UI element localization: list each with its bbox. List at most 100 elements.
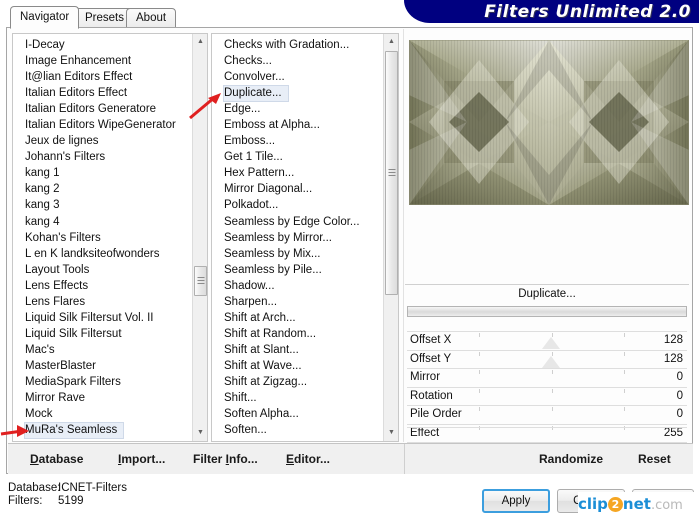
list-item[interactable]: Italian Editors Effect	[13, 85, 191, 101]
parameter-row[interactable]: Rotation 0	[407, 386, 687, 406]
randomize-button[interactable]: Randomize	[539, 452, 603, 466]
effect-list-scrollbar[interactable]: ▲ ▼	[383, 34, 398, 441]
navigator-panel: I-Decay Image Enhancement It@lian Editors …	[6, 27, 693, 474]
parameter-value: 0	[676, 408, 683, 421]
status-database-row: Database:ICNET-Filters	[8, 482, 127, 495]
list-item[interactable]: Jeux de lignes	[13, 133, 191, 149]
slider-tick	[624, 351, 625, 356]
parameter-row[interactable]: Offset X 128	[407, 331, 687, 350]
scroll-down-icon[interactable]: ▼	[384, 425, 398, 441]
list-item[interactable]: Seamless by Mix...	[212, 246, 382, 262]
list-item[interactable]: Liquid Silk Filtersut Vol. II	[13, 310, 191, 326]
list-item[interactable]: Mac's	[13, 342, 191, 358]
list-item[interactable]: Checks with Gradation...	[212, 37, 382, 53]
list-item[interactable]: Soften...	[212, 422, 382, 438]
parameter-panel: Duplicate... Offset X 128 Offset Y 128 Mirro…	[405, 284, 689, 443]
list-item[interactable]: Sharpen...	[212, 294, 382, 310]
list-item[interactable]: MuRa's Seamless	[13, 422, 191, 440]
filter-preview-image[interactable]	[409, 40, 689, 205]
list-item[interactable]: MasterBlaster	[13, 358, 191, 374]
parameter-row[interactable]: Mirror 0	[407, 368, 687, 387]
scrollbar-thumb[interactable]	[194, 266, 207, 296]
slider-handle-icon[interactable]	[542, 337, 560, 349]
scroll-up-icon[interactable]: ▲	[384, 34, 398, 50]
reset-button[interactable]: Reset	[638, 452, 671, 466]
list-item[interactable]: Seamless by Pile...	[212, 262, 382, 278]
list-item[interactable]: kang 1	[13, 165, 191, 181]
list-item[interactable]: Italian Editors WipeGenerator	[13, 117, 191, 133]
parameter-name: Offset Y	[410, 352, 452, 365]
list-item[interactable]: Layout Tools	[13, 262, 191, 278]
parameter-row[interactable]: Pile Order 0	[407, 405, 687, 424]
watermark-com: .com	[650, 498, 683, 513]
list-item[interactable]: Hex Pattern...	[212, 165, 382, 181]
slider-tick	[624, 370, 625, 375]
command-bar-separator	[404, 444, 405, 474]
import-button[interactable]: Import...	[118, 452, 165, 466]
parameter-row[interactable]: Offset Y 128	[407, 349, 687, 369]
scroll-down-icon[interactable]: ▼	[193, 425, 207, 441]
panel-divider	[403, 29, 404, 442]
list-item[interactable]: It@lian Editors Effect	[13, 69, 191, 85]
tab-about[interactable]: About	[126, 8, 177, 27]
status-database-value: ICNET-Filters	[58, 482, 127, 494]
list-item[interactable]: MediaSpark Filters	[13, 374, 191, 390]
list-item[interactable]: Shift at Wave...	[212, 358, 382, 374]
list-item[interactable]: Emboss...	[212, 133, 382, 149]
list-item[interactable]: Shadow...	[212, 278, 382, 294]
list-item[interactable]: Shift at Slant...	[212, 342, 382, 358]
list-item[interactable]: Edge...	[212, 101, 382, 117]
effect-items: Checks with Gradation... Checks... Convolv…	[212, 37, 382, 441]
list-item[interactable]: Convolver...	[212, 69, 382, 85]
scroll-up-icon[interactable]: ▲	[193, 34, 207, 50]
parameter-value: 255	[663, 426, 683, 439]
list-item[interactable]: kang 4	[13, 214, 191, 230]
list-item[interactable]: Emboss at Alpha...	[212, 117, 382, 133]
slider-tick	[552, 370, 553, 375]
list-item[interactable]: Mirror Rave	[13, 390, 191, 406]
tab-navigator[interactable]: Navigator	[10, 6, 80, 29]
list-item[interactable]: Checks...	[212, 53, 382, 69]
preview-pattern	[409, 40, 689, 205]
list-item[interactable]: Soften Alpha...	[212, 406, 382, 422]
list-item[interactable]: Duplicate...	[212, 85, 382, 103]
apply-button[interactable]: Apply	[482, 489, 550, 513]
filter-category-list[interactable]: I-Decay Image Enhancement It@lian Editors …	[12, 33, 208, 442]
list-item[interactable]: Lens Flares	[13, 294, 191, 310]
list-item[interactable]: Johann's Filters	[13, 149, 191, 165]
list-item[interactable]: Seamless by Edge Color...	[212, 214, 382, 230]
list-item[interactable]: Mirror Diagonal...	[212, 181, 382, 197]
parameter-name: Effect	[410, 426, 440, 439]
list-item[interactable]: Image Enhancement	[13, 53, 191, 69]
list-item[interactable]: Seamless by Mirror...	[212, 230, 382, 246]
list-item[interactable]: I-Decay	[13, 37, 191, 53]
scrollbar-thumb[interactable]	[385, 51, 398, 295]
list-item[interactable]: Mock	[13, 406, 191, 422]
editor-button[interactable]: Editor...	[286, 452, 330, 466]
clip2net-watermark: clip 2 net.com	[578, 492, 699, 517]
slider-handle-icon[interactable]	[542, 355, 560, 368]
category-items: I-Decay Image Enhancement It@lian Editors …	[13, 37, 191, 441]
list-item[interactable]: L en K landksiteofwonders	[13, 246, 191, 262]
list-item[interactable]: Italian Editors Generatore	[13, 101, 191, 117]
slider-tick	[624, 333, 625, 337]
list-item[interactable]: Shift...	[212, 390, 382, 406]
list-item[interactable]: kang 3	[13, 197, 191, 213]
parameter-value: 0	[676, 371, 683, 384]
list-item[interactable]: Lens Effects	[13, 278, 191, 294]
parameter-name: Offset X	[410, 334, 452, 346]
list-item[interactable]: Get 1 Tile...	[212, 149, 382, 165]
list-item-selected[interactable]: Duplicate...	[223, 85, 289, 103]
list-item[interactable]: Shift at Random...	[212, 326, 382, 342]
database-button[interactable]: Database	[30, 452, 83, 466]
list-item-selected[interactable]: MuRa's Seamless	[23, 422, 125, 440]
category-list-scrollbar[interactable]: ▲ ▼	[192, 34, 207, 441]
filter-effect-list[interactable]: Checks with Gradation... Checks... Convolv…	[211, 33, 399, 442]
list-item[interactable]: kang 2	[13, 181, 191, 197]
list-item[interactable]: Kohan's Filters	[13, 230, 191, 246]
list-item[interactable]: Shift at Zigzag...	[212, 374, 382, 390]
list-item[interactable]: Shift at Arch...	[212, 310, 382, 326]
list-item[interactable]: Polkadot...	[212, 197, 382, 213]
filter-info-button[interactable]: Filter Info...	[193, 452, 258, 466]
list-item[interactable]: Liquid Silk Filtersut	[13, 326, 191, 342]
